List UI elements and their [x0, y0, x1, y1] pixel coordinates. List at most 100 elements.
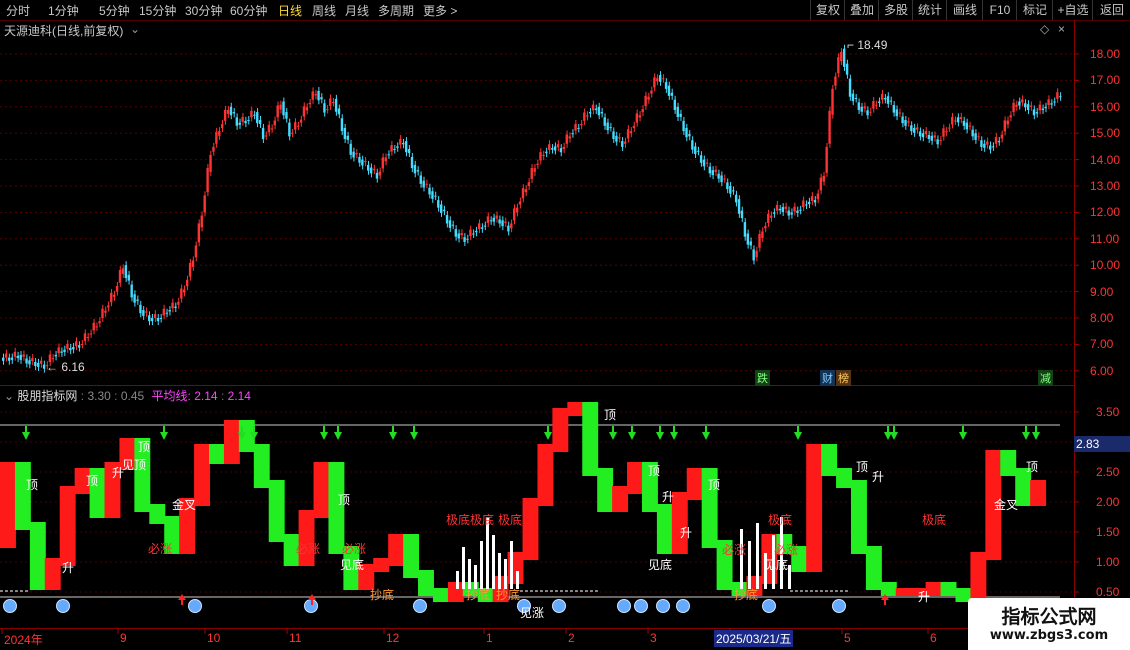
candle-body [22, 354, 25, 357]
candle-body [1044, 106, 1047, 109]
signal-annotation: 顶 [648, 464, 661, 478]
candle-body [615, 135, 618, 142]
candle-body [580, 124, 583, 126]
candle-body [661, 78, 665, 80]
event-badge-reduce[interactable]: 减 [1038, 370, 1053, 386]
candle-body [232, 112, 236, 114]
candle-body [130, 284, 133, 298]
indicator-bar [612, 486, 629, 512]
candle-body [612, 131, 615, 140]
candle-body [586, 115, 589, 117]
indicator-bar [850, 480, 867, 554]
indicator-bar [821, 444, 838, 476]
indicator-header: ⌄ 股朋指标网 : 3.30 : 0.45 平均线: 2.14 : 2.14 [4, 389, 251, 403]
candle-body [25, 358, 28, 364]
candle-body [285, 112, 288, 119]
candle-body [793, 206, 796, 212]
signal-annotation: 金叉 [994, 498, 1019, 512]
candle-body [819, 177, 823, 191]
signal-annotation: 极底 [922, 513, 947, 527]
candle-body [89, 333, 93, 335]
candle-body [951, 116, 954, 125]
candle-body [667, 85, 671, 96]
candle-body [404, 141, 408, 153]
candle-body [221, 124, 224, 128]
candle-body [842, 48, 846, 67]
candle-body [866, 110, 869, 116]
candle-body [883, 98, 887, 100]
candle-body [326, 109, 329, 111]
price-tick-label: 12.00 [1090, 205, 1121, 220]
candle-body [296, 125, 300, 127]
candle-body [57, 347, 60, 354]
candle-body [69, 347, 72, 351]
candle-body [308, 102, 312, 105]
candle-body [685, 127, 688, 138]
indicator-name: 股朋指标网 [17, 389, 78, 403]
event-badge-finance[interactable]: 财 [820, 370, 835, 386]
chevron-down-icon[interactable]: ⌄ [130, 22, 140, 36]
candle-body [676, 106, 679, 118]
candle-body [317, 90, 320, 101]
candle-body [139, 304, 142, 314]
candle-body [258, 120, 262, 124]
histogram-bar [740, 529, 743, 589]
candle-body [206, 167, 209, 193]
candle-body [743, 222, 747, 237]
candle-body [1032, 109, 1036, 116]
candle-body [60, 351, 63, 353]
candle-body [562, 146, 566, 150]
candle-body [974, 133, 977, 140]
candle-body [813, 200, 817, 203]
candle-body [95, 326, 98, 328]
candle-body [659, 75, 662, 82]
green-down-arrow [609, 432, 617, 440]
candle-body [250, 110, 253, 118]
candle-body [708, 166, 712, 174]
candle-body [755, 250, 758, 258]
candle-body [930, 135, 933, 141]
candle-body [1000, 134, 1004, 139]
candle-body [606, 122, 609, 131]
price-tick-label: 18.00 [1090, 47, 1121, 61]
indicator-bar [59, 486, 76, 566]
candle-body [761, 231, 764, 238]
low-price-value: 6.16 [61, 360, 85, 374]
event-badge-drop[interactable]: 跌 [755, 370, 770, 386]
candle-body [965, 122, 969, 130]
indicator-bar [432, 588, 449, 602]
candle-body [705, 162, 709, 164]
price-tick-label: 14.00 [1090, 152, 1121, 167]
signal-annotation: 顶 [1026, 460, 1039, 474]
candle-body [851, 93, 855, 102]
candle-body [872, 101, 875, 109]
close-icon[interactable]: × [1058, 22, 1065, 36]
indicator-bar [880, 582, 897, 596]
indicator-bar [268, 480, 285, 542]
candle-body [1029, 105, 1033, 107]
candle-body [492, 217, 495, 222]
chevron-down-icon[interactable]: ⌄ [4, 389, 14, 403]
candle-body [28, 360, 31, 365]
green-down-arrow [1032, 432, 1040, 440]
histogram-bar [462, 547, 465, 589]
price-tick-label: 10.00 [1090, 258, 1121, 273]
candle-body [472, 233, 475, 235]
event-badge-list[interactable]: 榜 [836, 370, 851, 386]
avg-line-label: 平均线: [151, 389, 191, 403]
price-tick-label: 17.00 [1090, 73, 1121, 88]
signal-annotation: 顶 [708, 478, 721, 492]
blue-ball-marker [188, 599, 202, 613]
candle-body [828, 110, 831, 144]
candle-body [746, 233, 750, 245]
blue-ball-marker [56, 599, 70, 613]
candle-body [577, 127, 580, 129]
candle-body [769, 215, 773, 218]
signal-annotation: 抄底 [370, 588, 395, 602]
candle-body [892, 105, 896, 113]
candle-body [869, 111, 872, 113]
diamond-icon[interactable]: ◇ [1040, 22, 1049, 36]
candle-body [241, 116, 244, 122]
candle-body [927, 134, 931, 140]
candle-body [399, 138, 402, 145]
